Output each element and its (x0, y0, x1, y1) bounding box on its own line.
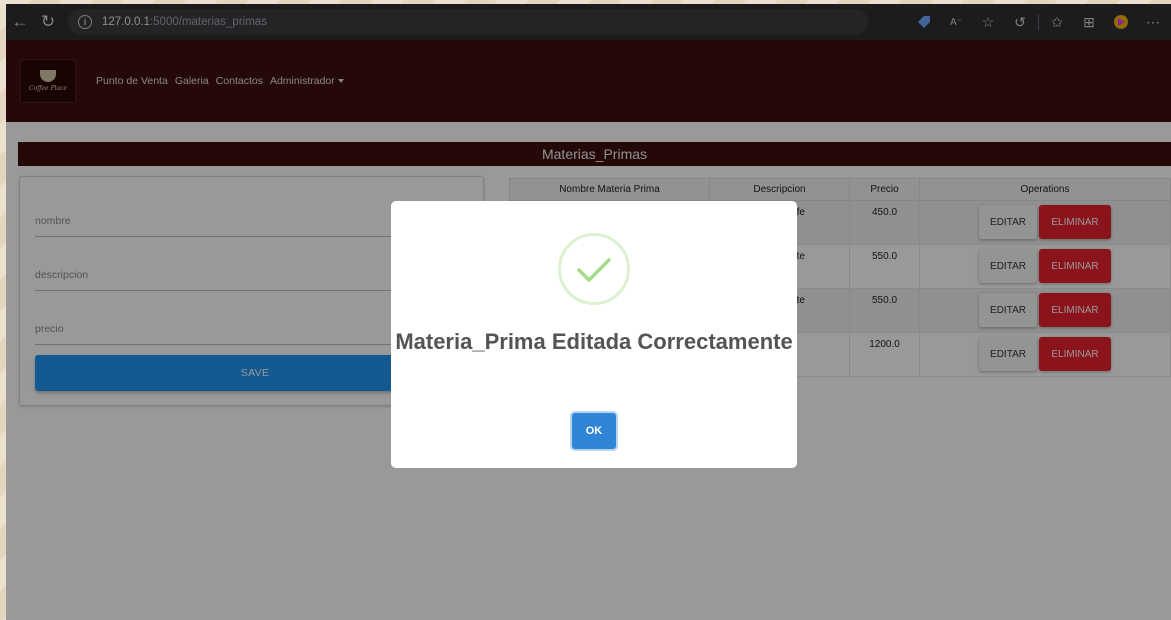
modal-backdrop[interactable]: Materia_Prima Editada Correctamente OK (6, 4, 1171, 620)
success-dialog: Materia_Prima Editada Correctamente OK (391, 201, 797, 468)
dialog-title: Materia_Prima Editada Correctamente (395, 329, 793, 354)
success-check-icon (558, 233, 630, 305)
ok-button[interactable]: OK (572, 413, 616, 449)
browser-window: ← ↻ i 127.0.0.1 :5000/materias_primas A⁻… (6, 4, 1171, 620)
